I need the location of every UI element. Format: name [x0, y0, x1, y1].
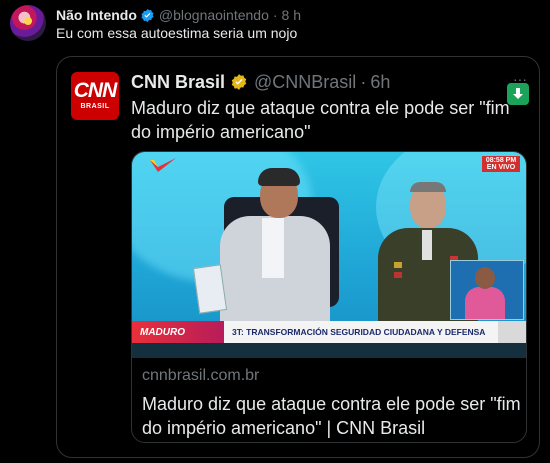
card-domain: cnnbrasil.com.br — [142, 367, 260, 384]
verified-badge-icon — [141, 8, 154, 22]
avatar[interactable] — [10, 5, 46, 41]
card-image[interactable]: 08:58 PM EN VIVO MADURO 3T: TRANSFORMACI… — [132, 152, 526, 358]
author-name[interactable]: Não Intendo — [56, 7, 137, 23]
quoted-author-name[interactable]: CNN Brasil — [131, 72, 225, 93]
tweet-header: Não Intendo @blognaointendo · 8 h — [56, 6, 301, 24]
quoted-text: Maduro diz que ataque contra ele pode se… — [131, 98, 510, 142]
quoted-separator: · — [360, 71, 367, 92]
author-handle[interactable]: @blognaointendo — [159, 7, 269, 23]
lower-third-caption: 3T: TRANSFORMACIÓN SEGURIDAD CIUDADANA Y… — [224, 321, 498, 343]
tweet-time[interactable]: 8 h — [282, 7, 301, 23]
link-card[interactable]: 08:58 PM EN VIVO MADURO 3T: TRANSFORMACI… — [131, 151, 527, 443]
quoted-header: CNN Brasil @CNNBrasil · 6h — [131, 70, 390, 94]
separator: · — [272, 7, 278, 23]
cnn-logo-text: CNN — [73, 79, 118, 102]
card-title: Maduro diz que ataque contra ele pode se… — [142, 394, 521, 438]
channel-logo-icon — [150, 158, 176, 172]
quoted-handle[interactable]: @CNNBrasil — [254, 72, 356, 93]
live-time-box: 08:58 PM EN VIVO — [482, 156, 520, 172]
live-time: 08:58 PM — [485, 157, 517, 164]
quoted-time[interactable]: 6h — [370, 72, 390, 93]
lower-third-name: MADURO — [132, 321, 224, 343]
quoted-tweet[interactable]: CNN BRASIL CNN Brasil @CNNBrasil · 6h ··… — [56, 56, 540, 458]
tweet-text: Eu com essa autoestima seria um nojo — [56, 25, 298, 41]
tweet[interactable]: Não Intendo @blognaointendo · 8 h Eu com… — [0, 0, 550, 463]
live-label: EN VIVO — [486, 164, 516, 171]
cnn-logo[interactable]: CNN BRASIL — [71, 72, 119, 120]
sign-language-interpreter — [450, 260, 524, 320]
cnn-logo-subtext: BRASIL — [80, 103, 110, 110]
gold-verified-badge-icon — [231, 74, 247, 90]
